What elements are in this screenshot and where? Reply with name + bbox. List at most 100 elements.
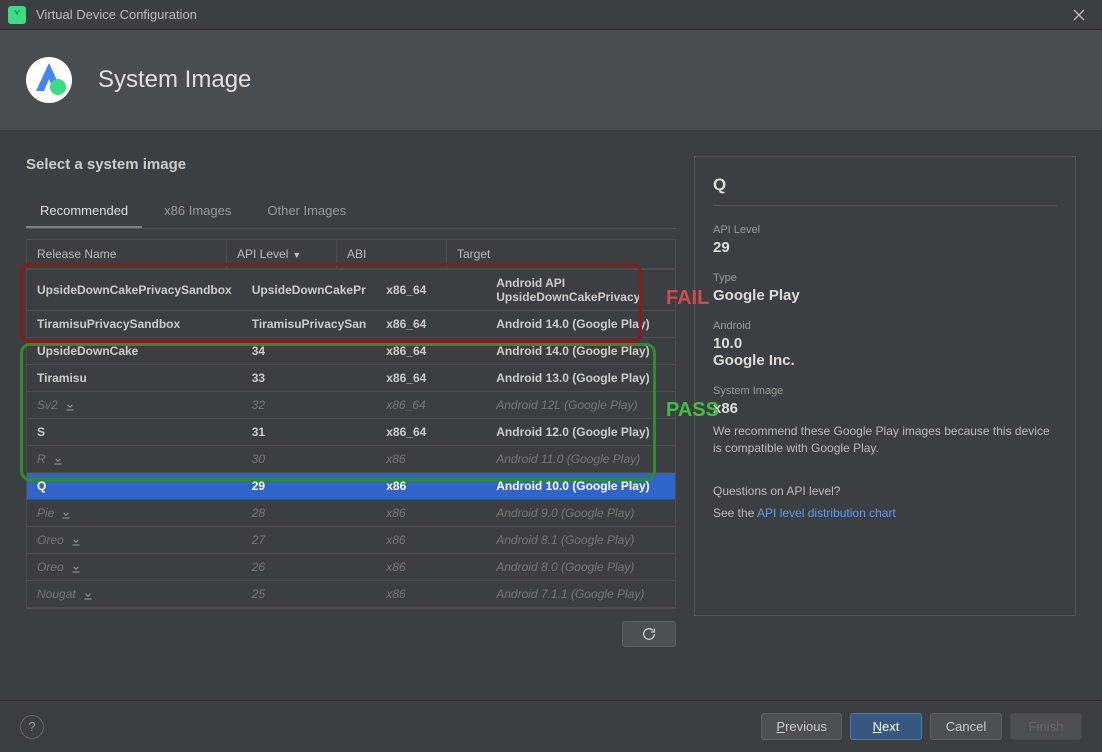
col-header-abi[interactable]: ABI: [337, 240, 447, 269]
detail-type-label: Type: [713, 272, 1057, 284]
cell-abi: x86_64: [376, 311, 486, 338]
page-title: System Image: [98, 66, 251, 94]
cell-api: TiramisuPrivacySan: [242, 311, 377, 338]
cell-api: 34: [242, 338, 377, 365]
cell-release: Tiramisu: [27, 365, 242, 392]
help-button[interactable]: ?: [20, 715, 44, 739]
cell-api: 28: [242, 500, 377, 527]
cell-target: Android 8.1 (Google Play): [486, 527, 675, 554]
cell-api: 32: [242, 392, 377, 419]
cell-api: 29: [242, 473, 377, 500]
download-icon[interactable]: [70, 535, 82, 547]
detail-title: Q: [713, 175, 1057, 206]
cell-abi: x86: [376, 554, 486, 581]
close-button[interactable]: [1064, 0, 1094, 30]
cell-abi: x86: [376, 527, 486, 554]
cell-target: Android 14.0 (Google Play): [486, 311, 675, 338]
finish-button: Finish: [1010, 713, 1082, 740]
cell-api: 24: [242, 608, 377, 610]
table-row[interactable]: UpsideDownCake34x86_64Android 14.0 (Goog…: [27, 338, 675, 365]
table-row[interactable]: Oreo26x86Android 8.0 (Google Play): [27, 554, 675, 581]
detail-type-value: Google Play: [713, 287, 1057, 304]
table-row[interactable]: Nougat25x86Android 7.1.1 (Google Play): [27, 581, 675, 608]
table-row[interactable]: TiramisuPrivacySandboxTiramisuPrivacySan…: [27, 311, 675, 338]
detail-see-prefix: See the: [713, 506, 757, 520]
next-button[interactable]: Next: [850, 713, 922, 740]
table-row[interactable]: UpsideDownCakePrivacySandboxUpsideDownCa…: [27, 270, 675, 311]
cell-abi: x86: [376, 500, 486, 527]
cell-release: Nougat: [27, 581, 242, 608]
cell-release: Sv2: [27, 392, 242, 419]
cell-release: Oreo: [27, 554, 242, 581]
title-bar: Virtual Device Configuration: [0, 0, 1102, 30]
detail-note: We recommend these Google Play images be…: [713, 423, 1057, 457]
tab-other-images[interactable]: Other Images: [253, 195, 360, 228]
api-distribution-link[interactable]: API level distribution chart: [757, 506, 896, 520]
cell-api: 27: [242, 527, 377, 554]
table-row[interactable]: Pie28x86Android 9.0 (Google Play): [27, 500, 675, 527]
table-row[interactable]: Nougat24x86Android 7.0 (Google Play): [27, 608, 675, 610]
cancel-button[interactable]: Cancel: [930, 713, 1002, 740]
detail-sysimg-label: System Image: [713, 385, 1057, 397]
cell-release: UpsideDownCake: [27, 338, 242, 365]
cell-api: 26: [242, 554, 377, 581]
detail-android-value: 10.0: [713, 335, 1057, 352]
download-icon[interactable]: [60, 508, 72, 520]
android-logo-icon: [24, 55, 74, 105]
cell-abi: x86_64: [376, 392, 486, 419]
cell-release: Oreo: [27, 527, 242, 554]
cell-abi: x86_64: [376, 419, 486, 446]
pass-label: PASS: [666, 399, 719, 422]
footer: ? Previous Next Cancel Finish: [0, 700, 1102, 752]
table-row[interactable]: Tiramisu33x86_64Android 13.0 (Google Pla…: [27, 365, 675, 392]
col-header-api[interactable]: API Level▼: [227, 240, 337, 269]
cell-release: UpsideDownCakePrivacySandbox: [27, 270, 242, 311]
tab-recommended[interactable]: Recommended: [26, 195, 142, 228]
header: System Image: [0, 30, 1102, 130]
cell-api: 33: [242, 365, 377, 392]
detail-api-label: API Level: [713, 224, 1057, 236]
cell-api: 25: [242, 581, 377, 608]
detail-panel: Q API Level 29 Type Google Play Android …: [694, 156, 1076, 616]
cell-release: TiramisuPrivacySandbox: [27, 311, 242, 338]
cell-abi: x86: [376, 473, 486, 500]
download-icon[interactable]: [82, 589, 94, 601]
sort-desc-icon: ▼: [292, 250, 301, 260]
refresh-icon: [641, 626, 657, 642]
table-row[interactable]: Oreo27x86Android 8.1 (Google Play): [27, 527, 675, 554]
cell-target: Android 11.0 (Google Play): [486, 446, 675, 473]
window-title: Virtual Device Configuration: [36, 7, 1064, 22]
tab-x86-images[interactable]: x86 Images: [150, 195, 245, 228]
cell-release: R: [27, 446, 242, 473]
cell-api: 30: [242, 446, 377, 473]
table-row[interactable]: Sv232x86_64Android 12L (Google Play): [27, 392, 675, 419]
previous-button[interactable]: Previous: [761, 713, 842, 740]
download-icon[interactable]: [70, 562, 82, 574]
help-icon: ?: [28, 719, 35, 734]
col-header-release[interactable]: Release Name: [27, 240, 227, 269]
cell-release: S: [27, 419, 242, 446]
table-row[interactable]: Q29x86Android 10.0 (Google Play): [27, 473, 675, 500]
table-row[interactable]: R30x86Android 11.0 (Google Play): [27, 446, 675, 473]
fail-label: FAIL: [666, 287, 709, 310]
cell-release: Q: [27, 473, 242, 500]
cell-abi: x86_64: [376, 365, 486, 392]
detail-sysimg-value: x86: [713, 400, 1057, 417]
download-icon[interactable]: [64, 400, 76, 412]
cell-abi: x86_64: [376, 270, 486, 311]
cell-abi: x86: [376, 581, 486, 608]
cell-abi: x86: [376, 608, 486, 610]
cell-abi: x86_64: [376, 338, 486, 365]
cell-target: Android 7.0 (Google Play): [486, 608, 675, 610]
detail-android-label: Android: [713, 320, 1057, 332]
detail-api-value: 29: [713, 239, 1057, 256]
refresh-button[interactable]: [622, 621, 676, 647]
cell-target: Android 12.0 (Google Play): [486, 419, 675, 446]
cell-target: Android 7.1.1 (Google Play): [486, 581, 675, 608]
download-icon[interactable]: [52, 454, 64, 466]
android-studio-icon: [8, 6, 26, 24]
table-row[interactable]: S31x86_64Android 12.0 (Google Play): [27, 419, 675, 446]
cell-target: Android 12L (Google Play): [486, 392, 675, 419]
cell-target: Android 13.0 (Google Play): [486, 365, 675, 392]
col-header-target[interactable]: Target: [447, 240, 676, 269]
